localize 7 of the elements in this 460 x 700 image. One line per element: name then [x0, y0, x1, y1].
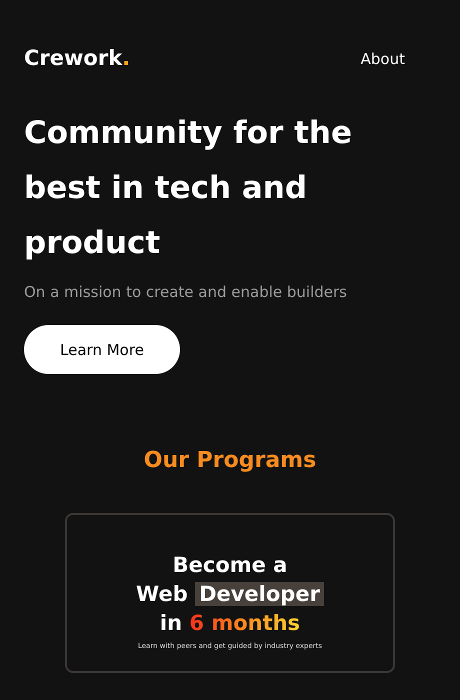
section-heading: Our Programs — [144, 448, 316, 473]
program-title: Become a Web Developer in 6 months — [136, 551, 324, 638]
nav-link[interactable]: About — [360, 50, 405, 68]
hero-heading: Community for the best in tech and product — [24, 114, 354, 263]
learn-more-button[interactable]: Learn More — [24, 325, 180, 374]
logo[interactable]: Crework. — [24, 46, 130, 70]
hero-subtitle: On a mission to create and enable builders — [24, 283, 348, 301]
